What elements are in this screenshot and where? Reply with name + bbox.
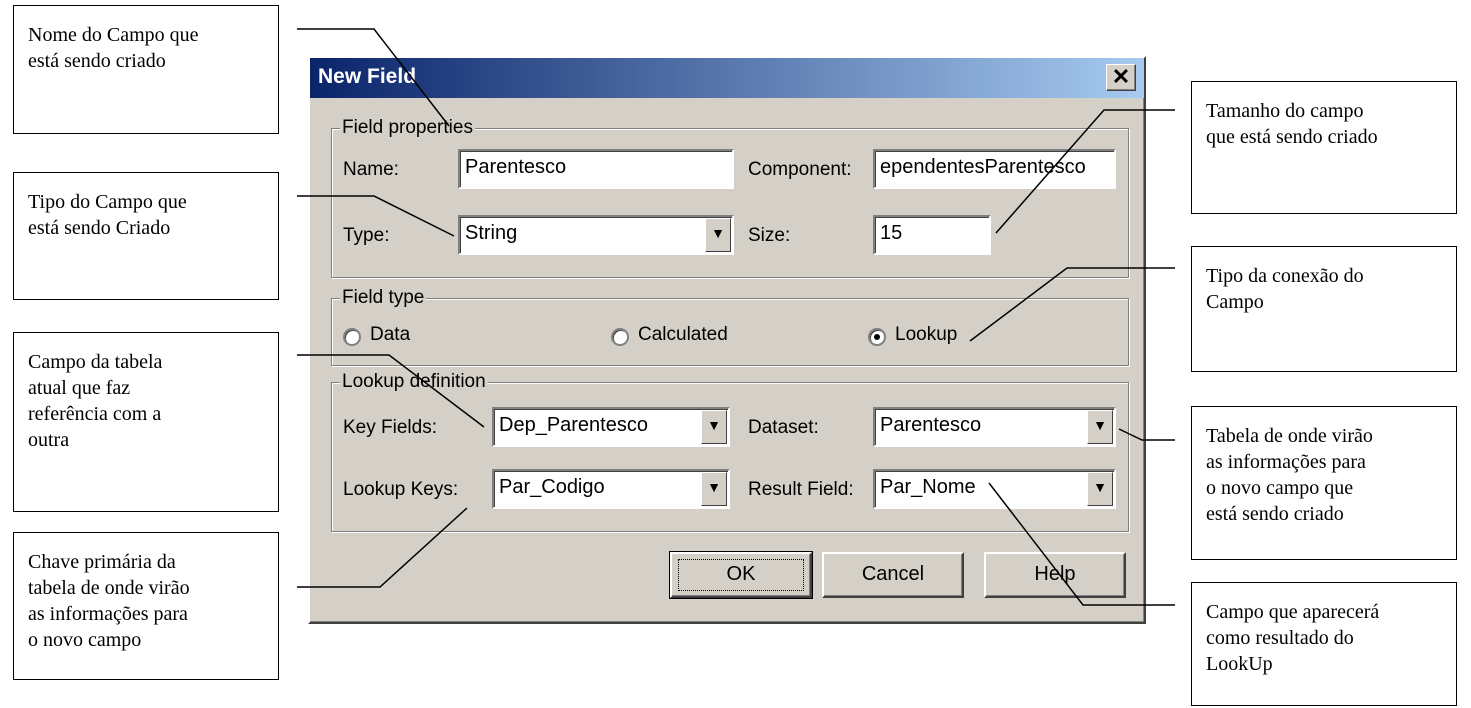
lookup-definition-group: Lookup definition Key Fields: Dep_Parent… xyxy=(331,371,1129,532)
callout-chave-primaria: Chave primária da tabela de onde virão a… xyxy=(13,532,279,680)
chevron-down-icon: ▼ xyxy=(711,225,725,241)
type-select[interactable]: String ▼ xyxy=(458,215,734,255)
size-label: Size: xyxy=(748,225,791,246)
dialog-title: New Field xyxy=(318,65,417,88)
field-type-legend: Field type xyxy=(340,287,427,309)
ok-button[interactable]: OK xyxy=(669,551,813,599)
key-fields-dropdown-button[interactable]: ▼ xyxy=(701,410,727,444)
callout-tamanho: Tamanho do campo que está sendo criado xyxy=(1191,81,1457,214)
size-input[interactable]: 15 xyxy=(873,215,991,255)
name-label: Name: xyxy=(343,159,399,180)
radio-calculated-label[interactable]: Calculated xyxy=(638,324,728,346)
lookup-keys-dropdown-button[interactable]: ▼ xyxy=(701,472,727,506)
dataset-value: Parentesco xyxy=(880,414,982,436)
field-properties-group: Field properties Name: Parentesco Compon… xyxy=(331,117,1129,278)
field-properties-legend: Field properties xyxy=(340,117,475,139)
help-button[interactable]: Help xyxy=(984,552,1126,598)
chevron-down-icon: ▼ xyxy=(707,417,721,433)
radio-calculated[interactable] xyxy=(611,328,629,346)
radio-selected-dot xyxy=(874,334,880,340)
dataset-label: Dataset: xyxy=(748,417,819,438)
chevron-down-icon: ▼ xyxy=(1093,479,1107,495)
dialog-titlebar[interactable]: New Field ✕ xyxy=(310,58,1144,98)
radio-data[interactable] xyxy=(343,328,361,346)
key-fields-select[interactable]: Dep_Parentesco ▼ xyxy=(492,407,730,447)
field-type-group: Field type Data Calculated Lookup xyxy=(331,287,1129,366)
result-field-select[interactable]: Par_Nome ▼ xyxy=(873,469,1116,509)
dataset-dropdown-button[interactable]: ▼ xyxy=(1087,410,1113,444)
type-label: Type: xyxy=(343,225,390,246)
radio-lookup[interactable] xyxy=(868,328,886,346)
dataset-select[interactable]: Parentesco ▼ xyxy=(873,407,1116,447)
callout-tipo-conexao: Tipo da conexão do Campo xyxy=(1191,246,1457,372)
component-input[interactable]: ependentesParentesco xyxy=(873,149,1116,189)
close-button[interactable]: ✕ xyxy=(1106,64,1136,91)
lookup-keys-select[interactable]: Par_Codigo ▼ xyxy=(492,469,730,509)
close-icon: ✕ xyxy=(1111,64,1131,89)
key-fields-label: Key Fields: xyxy=(343,417,437,438)
type-select-value: String xyxy=(465,222,518,244)
callout-tabela-origem: Tabela de onde virão as informações para… xyxy=(1191,406,1457,560)
chevron-down-icon: ▼ xyxy=(1093,417,1107,433)
result-field-dropdown-button[interactable]: ▼ xyxy=(1087,472,1113,506)
lookup-keys-label: Lookup Keys: xyxy=(343,479,459,500)
callout-campo-resultado: Campo que aparecerá como resultado do Lo… xyxy=(1191,582,1457,706)
name-input[interactable]: Parentesco xyxy=(458,149,734,189)
component-label: Component: xyxy=(748,159,852,180)
callout-tipo-campo: Tipo do Campo que está sendo Criado xyxy=(13,172,279,300)
lookup-keys-value: Par_Codigo xyxy=(499,476,605,498)
callout-nome-campo: Nome do Campo que está sendo criado xyxy=(13,5,279,134)
cancel-button-label: Cancel xyxy=(861,563,925,585)
radio-data-label[interactable]: Data xyxy=(370,324,410,346)
result-field-label: Result Field: xyxy=(748,479,854,500)
type-dropdown-button[interactable]: ▼ xyxy=(705,218,731,252)
help-button-label: Help xyxy=(1034,563,1076,585)
result-field-value: Par_Nome xyxy=(880,476,976,498)
cancel-button[interactable]: Cancel xyxy=(822,552,964,598)
chevron-down-icon: ▼ xyxy=(707,479,721,495)
radio-lookup-label[interactable]: Lookup xyxy=(895,324,957,346)
callout-campo-tabela: Campo da tabela atual que faz referência… xyxy=(13,332,279,512)
lookup-definition-legend: Lookup definition xyxy=(340,371,488,393)
key-fields-value: Dep_Parentesco xyxy=(499,414,648,436)
focus-rect xyxy=(678,559,804,591)
new-field-dialog: New Field ✕ Field properties Name: Paren… xyxy=(308,56,1146,624)
